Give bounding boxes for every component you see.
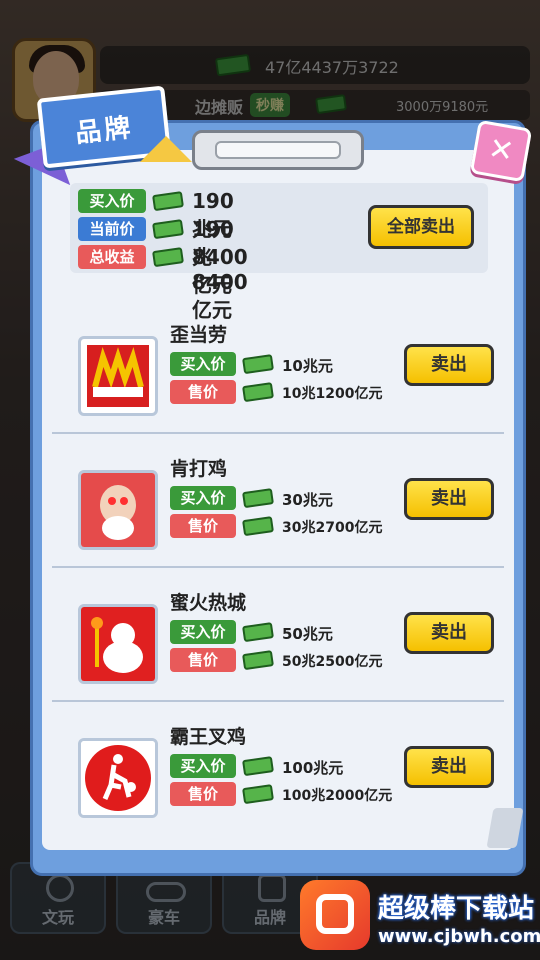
clipboard-clip — [192, 130, 364, 170]
brand-item-row: 歪当劳 买入价 10兆元 售价 10兆1200亿元 卖出 — [52, 300, 504, 434]
buy-price-label: 买入价 — [170, 486, 236, 510]
cash-icon — [152, 219, 184, 239]
cash-icon — [242, 488, 274, 508]
kfc-parody-logo — [78, 470, 158, 550]
buy-price-value: 100兆元 — [282, 759, 344, 777]
cash-icon — [242, 756, 274, 776]
mixue-parody-logo — [78, 604, 158, 684]
sell-price-label: 售价 — [170, 514, 236, 538]
buy-price-label: 买入价 — [170, 620, 236, 644]
cash-icon — [242, 650, 274, 670]
cash-icon — [242, 622, 274, 642]
sell-price-value: 50兆2500亿元 — [282, 654, 383, 670]
cash-icon — [152, 247, 184, 267]
sell-button[interactable]: 卖出 — [404, 478, 494, 520]
buy-price-label: 买入价 — [170, 754, 236, 778]
close-icon: ✕ — [485, 131, 517, 170]
sell-price-value: 10兆1200亿元 — [282, 386, 383, 402]
brand-name: 霸王叉鸡 — [170, 726, 247, 748]
cash-icon — [242, 382, 274, 402]
sell-button[interactable]: 卖出 — [404, 344, 494, 386]
brand-name: 歪当劳 — [170, 324, 228, 346]
current-price-label: 当前价 — [78, 217, 146, 241]
brand-item-row: 肯打鸡 买入价 30兆元 售价 30兆2700亿元 卖出 — [52, 434, 504, 568]
sell-all-button[interactable]: 全部卖出 — [368, 205, 474, 249]
cash-icon — [242, 784, 274, 804]
sell-price-value: 100兆2000亿元 — [282, 788, 393, 804]
yellow-decoration — [140, 136, 192, 162]
basketball-player-logo — [78, 738, 158, 818]
watermark-logo — [300, 880, 370, 950]
portfolio-summary: 买入价 190兆元 当前价 190兆8400亿元 总收益 8400亿元 全部卖出 — [70, 183, 488, 322]
total-profit-label: 总收益 — [78, 245, 146, 269]
brand-name: 蜜火热城 — [170, 592, 247, 614]
watermark-url: www.cjbwh.com — [378, 926, 540, 947]
cash-icon — [242, 354, 274, 374]
watermark-title: 超级棒下载站 — [378, 894, 535, 924]
sell-price-value: 30兆2700亿元 — [282, 520, 383, 536]
sell-price-label: 售价 — [170, 380, 236, 404]
total-profit-value: 8400亿元 — [192, 245, 248, 297]
brand-item-row: 霸王叉鸡 买入价 100兆元 售价 100兆2000亿元 卖出 — [52, 702, 504, 836]
sell-button[interactable]: 卖出 — [404, 746, 494, 788]
cash-icon — [242, 516, 274, 536]
buy-price-value: 10兆元 — [282, 357, 333, 375]
buy-price-value: 50兆元 — [282, 625, 333, 643]
close-button[interactable]: ✕ — [469, 119, 533, 183]
cash-icon — [152, 191, 184, 211]
buy-price-label: 买入价 — [170, 352, 236, 376]
brand-item-row: 蜜火热城 买入价 50兆元 售价 50兆2500亿元 卖出 — [52, 568, 504, 702]
sell-price-label: 售价 — [170, 648, 236, 672]
sell-price-label: 售价 — [170, 782, 236, 806]
mcdonalds-parody-logo — [78, 336, 158, 416]
buy-price-value: 30兆元 — [282, 491, 333, 509]
buy-price-label: 买入价 — [78, 189, 146, 213]
brand-name: 肯打鸡 — [170, 458, 228, 480]
sell-button[interactable]: 卖出 — [404, 612, 494, 654]
